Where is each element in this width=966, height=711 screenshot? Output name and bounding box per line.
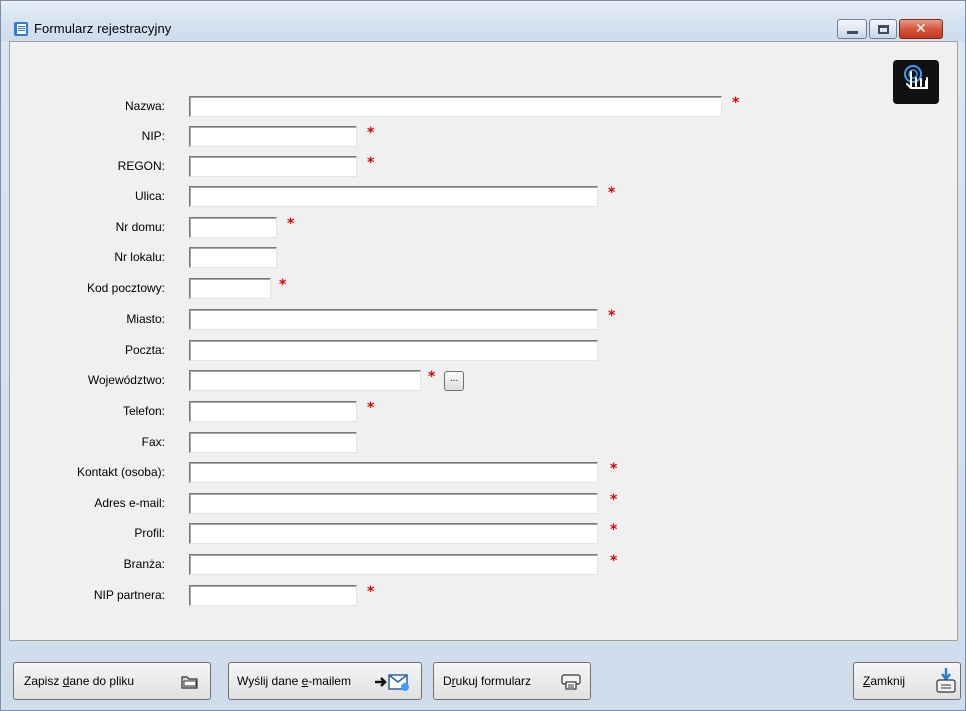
form-icon [14,22,28,36]
voivodeship-browse-button[interactable]: ... [444,371,464,391]
title-bar[interactable]: Formularz rejestracyjny ✕ [1,1,965,41]
post-office-input[interactable] [189,340,598,361]
house-number-input[interactable] [189,217,277,238]
close-window-button[interactable]: ✕ [899,19,943,39]
close-icon: ✕ [915,21,927,37]
city-label: Miasto: [126,312,165,326]
send-email-icon [375,674,409,691]
contact-person-label: Kontakt (osoba): [76,465,165,479]
email-label-part: Wyślij dane [237,674,302,688]
nip-input[interactable] [189,126,357,147]
save-to-file-label: Zapisz dane do pliku [24,674,134,688]
post-office-label: Poczta: [124,343,165,357]
house-number-label: Nr domu: [115,220,165,234]
apartment-number-input[interactable] [189,247,277,268]
industry-label: Branża: [123,557,165,571]
street-label: Ulica: [134,189,165,203]
city-input[interactable] [189,309,598,330]
email-input[interactable] [189,493,598,514]
minimize-button[interactable] [837,19,867,39]
print-form-label: Drukuj formularz [443,674,531,688]
industry-required-marker: * [610,553,618,569]
city-required-marker: * [608,308,616,324]
apartment-number-label: Nr lokalu: [114,250,165,264]
house-number-required-marker: * [287,216,295,232]
maximize-button[interactable] [869,19,897,39]
email-label: Adres e-mail: [94,496,165,510]
contact-person-required-marker: * [610,461,618,477]
print-form-button[interactable]: Drukuj formularz [433,662,591,700]
window-title: Formularz rejestracyjny [34,21,172,36]
save-label-rest: ane do pliku [69,674,135,688]
registration-window: Formularz rejestracyjny ✕ Nazwa: * NIP: * RE… [0,0,966,711]
printer-icon [561,674,581,690]
voivodeship-input[interactable] [189,370,421,391]
maximize-icon [878,25,889,34]
minimize-icon [847,31,858,34]
phone-required-marker: * [367,400,375,416]
partner-nip-label: NIP partnera: [93,588,165,602]
print-label-rest: ukuj formularz [455,674,532,688]
partner-nip-input[interactable] [189,585,357,606]
close-label-rest: amknij [870,674,906,688]
postal-code-input[interactable] [189,278,271,299]
print-label-part: D [443,674,452,688]
close-button[interactable]: Zamknij [853,662,961,700]
phone-label: Telefon: [122,404,165,418]
profile-input[interactable] [189,523,598,544]
nip-label: NIP: [141,129,165,143]
nip-required-marker: * [367,125,375,141]
name-label: Nazwa: [124,99,165,113]
touch-hand-icon[interactable] [893,60,939,104]
phone-input[interactable] [189,401,357,422]
street-input[interactable] [189,186,598,207]
voivodeship-label: Województwo: [87,373,165,387]
regon-input[interactable] [189,156,357,177]
name-input[interactable] [189,96,722,117]
profile-label: Profil: [134,526,165,540]
profile-required-marker: * [610,522,618,538]
save-label-part: Zapisz [24,674,63,688]
send-email-label: Wyślij dane e-mailem [237,674,351,688]
close-label: Zamknij [863,674,905,688]
voivodeship-required-marker: * [428,369,436,385]
postal-code-label: Kod pocztowy: [86,281,165,295]
regon-label: REGON: [117,159,165,173]
fax-label: Fax: [141,435,165,449]
regon-required-marker: * [367,155,375,171]
exit-icon [936,668,956,693]
name-required-marker: * [732,95,740,111]
email-label-rest: -mailem [308,674,351,688]
email-required-marker: * [610,492,618,508]
folder-icon [181,676,198,689]
fax-input[interactable] [189,432,357,453]
postal-code-required-marker: * [279,277,287,293]
send-email-button[interactable]: Wyślij dane e-mailem [228,662,422,700]
street-required-marker: * [608,185,616,201]
industry-input[interactable] [189,554,598,575]
partner-nip-required-marker: * [367,584,375,600]
contact-person-input[interactable] [189,462,598,483]
save-to-file-button[interactable]: Zapisz dane do pliku [13,662,211,700]
